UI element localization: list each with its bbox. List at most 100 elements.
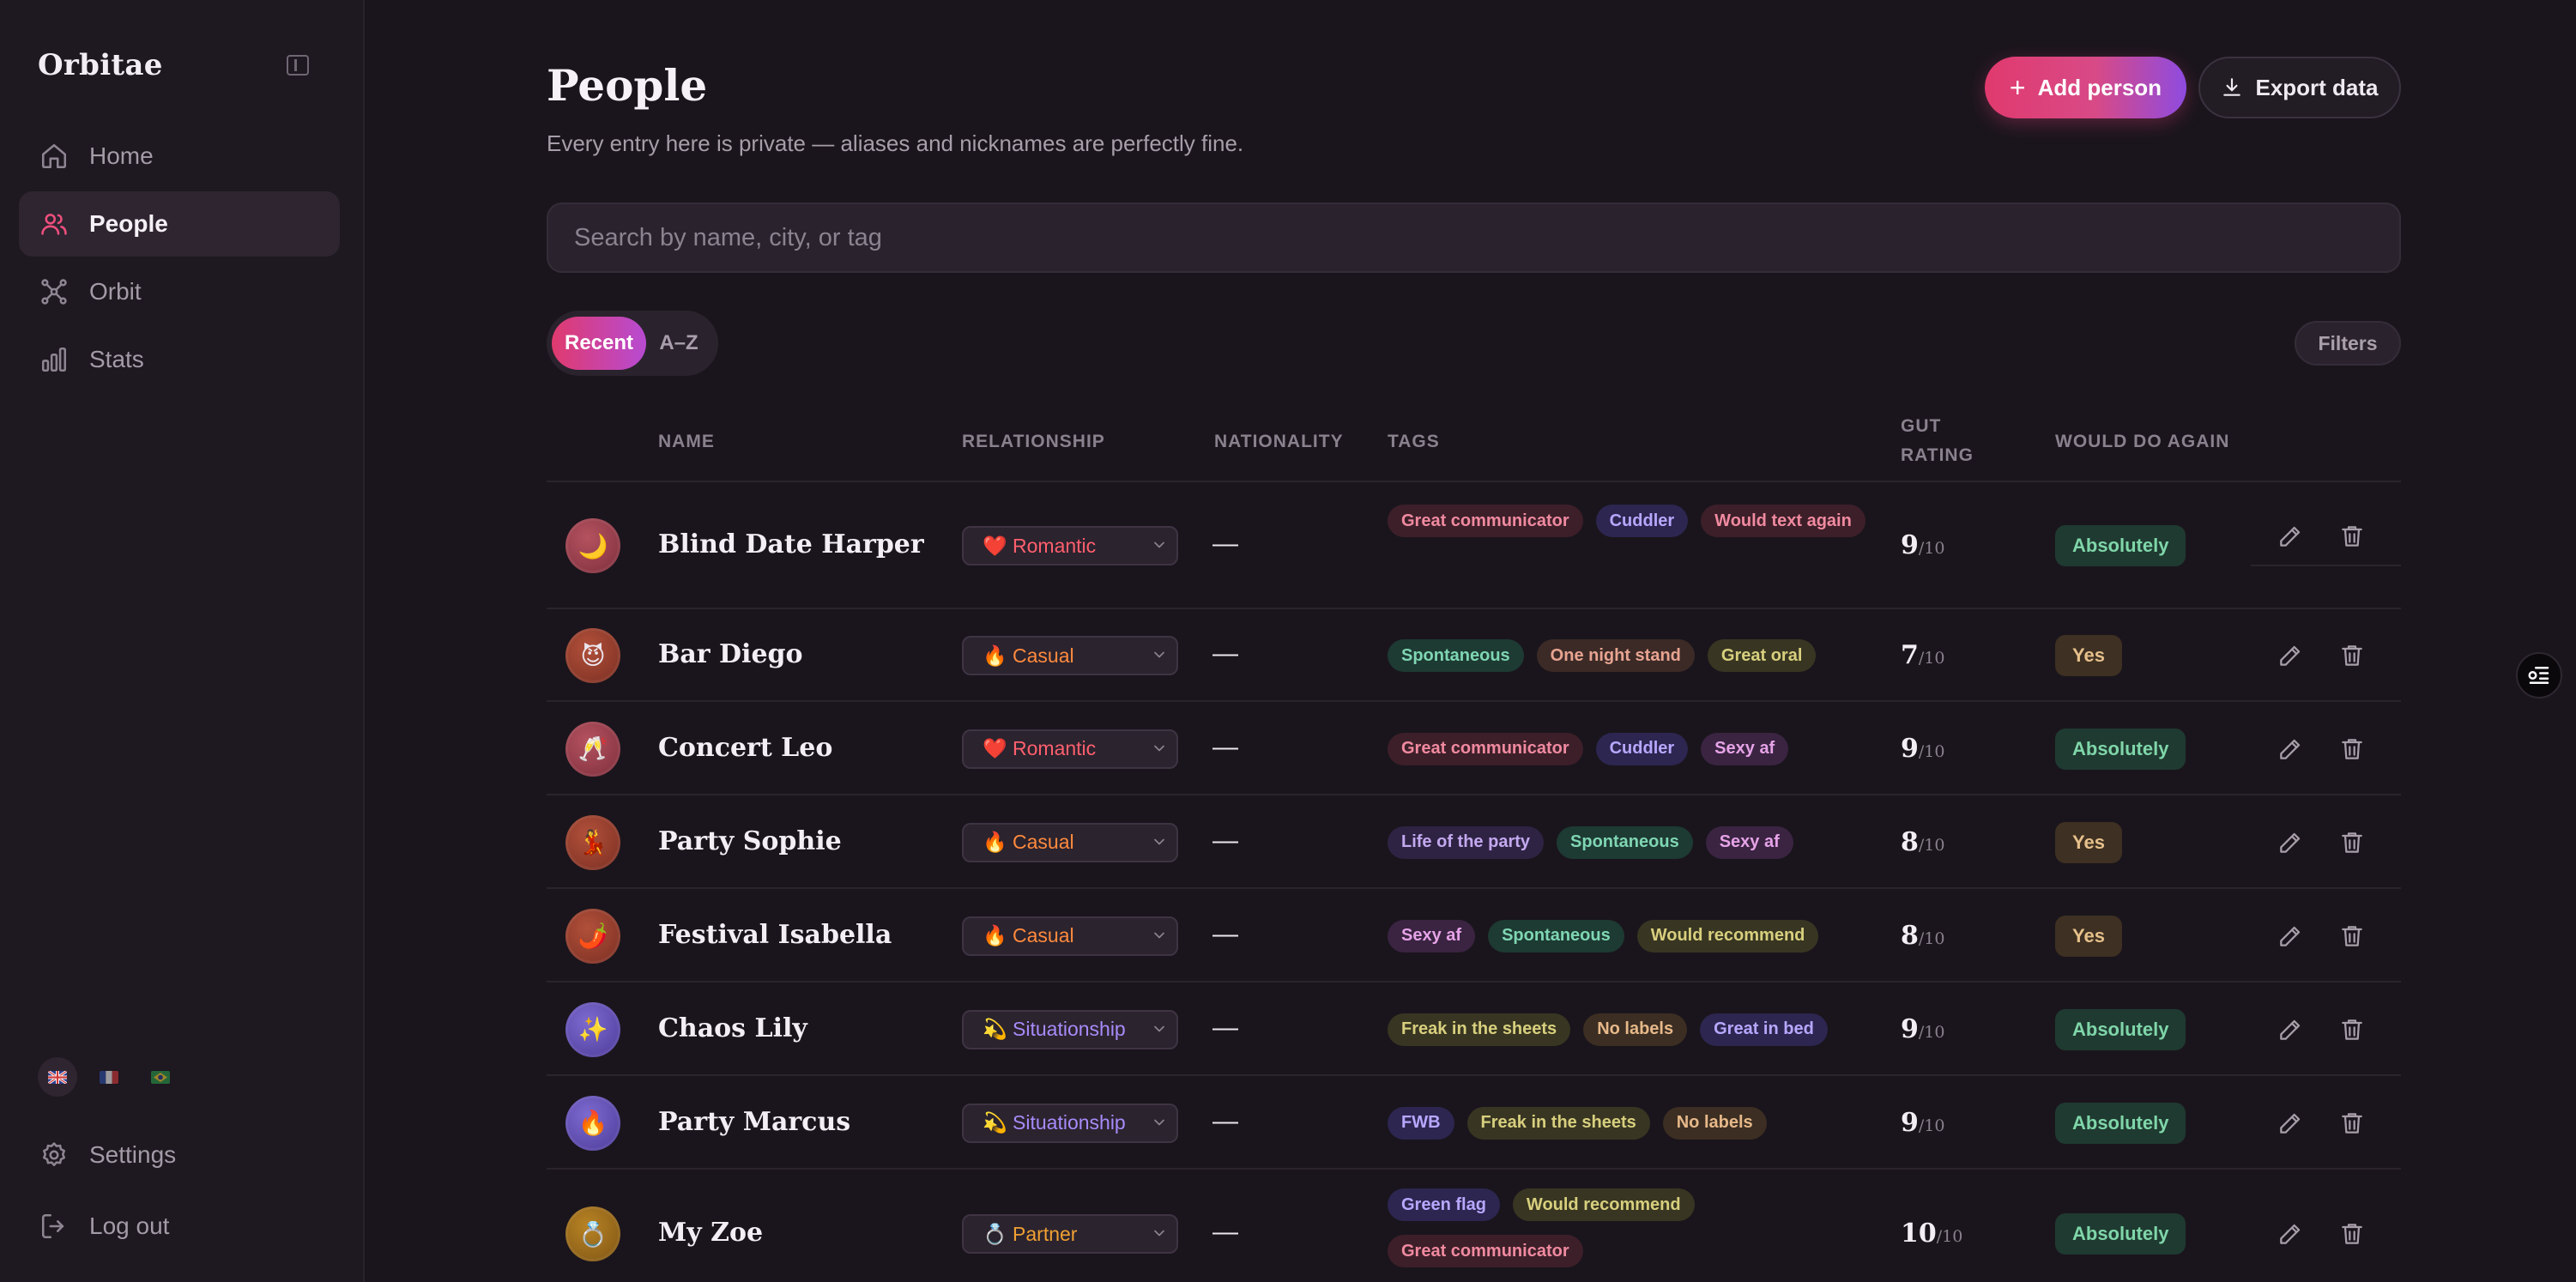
language-br-flag-icon[interactable] <box>141 1057 180 1097</box>
delete-icon[interactable] <box>2338 735 2366 763</box>
edit-icon[interactable] <box>2277 1016 2304 1043</box>
relationship-select[interactable]: 💫 Situationship <box>962 1103 1178 1143</box>
table-row[interactable]: 🔥 Party Marcus 💫 Situationship — FWB Frea… <box>547 1076 2401 1170</box>
delete-icon[interactable] <box>2338 829 2366 856</box>
chevron-down-icon <box>1154 541 1164 548</box>
column-header-would-do-again[interactable]: WOULD DO AGAIN <box>2055 427 2229 457</box>
gut-rating-value: 9 <box>1901 1013 1919 1044</box>
delete-icon[interactable] <box>2338 1110 2366 1137</box>
gear-icon <box>39 1140 69 1170</box>
avatar: 💍 <box>565 1206 620 1261</box>
tag-chip: Green flag <box>1388 1188 1500 1221</box>
edit-icon[interactable] <box>2277 735 2304 763</box>
person-name[interactable]: Concert Leo <box>658 733 832 763</box>
sidebar-item-stats[interactable]: Stats <box>19 327 340 392</box>
edit-icon[interactable] <box>2277 1220 2304 1248</box>
nationality-value: — <box>1212 1013 1238 1042</box>
table-row[interactable]: ✨ Chaos Lily 💫 Situationship — Freak in … <box>547 983 2401 1076</box>
export-data-button[interactable]: Export data <box>2198 57 2401 118</box>
floating-tools-icon[interactable] <box>2516 652 2562 698</box>
table-row[interactable]: 💍 My Zoe 💍 Partner — Green flag Would rec… <box>547 1170 2401 1282</box>
filters-button[interactable]: Filters <box>2295 321 2401 366</box>
nationality-value: — <box>1212 825 1238 855</box>
relationship-select[interactable]: ❤️ Romantic <box>962 526 1178 565</box>
person-name[interactable]: My Zoe <box>658 1218 763 1248</box>
gut-rating: 9/10 <box>1901 1108 1944 1138</box>
add-person-button[interactable]: + Add person <box>1985 57 2186 118</box>
edit-icon[interactable] <box>2277 922 2304 950</box>
brand-logo[interactable]: Orbitae <box>38 48 163 82</box>
relationship-select[interactable]: 💫 Situationship <box>962 1009 1178 1049</box>
home-icon <box>39 142 69 171</box>
gut-rating: 8/10 <box>1901 827 1944 857</box>
column-header-relationship[interactable]: RELATIONSHIP <box>962 427 1105 457</box>
edit-icon[interactable] <box>2277 523 2304 550</box>
language-switcher <box>38 1057 180 1097</box>
tag-list: FWB Freak in the sheets No labels <box>1388 1106 1868 1140</box>
page-title: People <box>547 60 708 111</box>
person-name[interactable]: Party Sophie <box>658 826 842 856</box>
delete-icon[interactable] <box>2338 523 2366 550</box>
person-name[interactable]: Festival Isabella <box>658 920 892 950</box>
column-header-nationality[interactable]: NATIONALITY <box>1214 427 1344 457</box>
table-row[interactable]: 😈 Bar Diego 🔥 Casual — Spontaneous One ni… <box>547 609 2401 702</box>
column-header-name[interactable]: NAME <box>658 427 715 457</box>
sidebar-item-logout[interactable]: Log out <box>19 1192 340 1261</box>
sidebar: Orbitae Home People Orbit Stats Settings… <box>0 0 365 1282</box>
table-row[interactable]: 🥂 Concert Leo ❤️ Romantic — Great commun… <box>547 702 2401 795</box>
delete-icon[interactable] <box>2338 642 2366 669</box>
download-icon <box>2221 76 2243 99</box>
relationship-value: 🔥 Casual <box>983 924 1074 946</box>
sidebar-toggle-icon[interactable] <box>287 55 309 76</box>
table-row[interactable]: 💃 Party Sophie 🔥 Casual — Life of the pa… <box>547 795 2401 889</box>
avatar-emoji: 💃 <box>577 829 608 856</box>
delete-icon[interactable] <box>2338 922 2366 950</box>
sort-az-button[interactable]: A–Z <box>646 317 711 370</box>
relationship-select[interactable]: 🔥 Casual <box>962 916 1178 956</box>
row-actions <box>2251 907 2401 965</box>
table-row[interactable]: 🌙 Blind Date Harper ❤️ Romantic — Great … <box>547 482 2401 609</box>
would-do-again-badge: Yes <box>2055 635 2122 676</box>
search-input[interactable] <box>547 203 2401 273</box>
would-do-again-badge: Absolutely <box>2055 525 2186 566</box>
column-header-gut-rating[interactable]: GUT RATING <box>1901 412 1995 469</box>
edit-icon[interactable] <box>2277 642 2304 669</box>
person-name[interactable]: Blind Date Harper <box>658 529 924 559</box>
column-header-tags[interactable]: TAGS <box>1388 427 1440 457</box>
relationship-select[interactable]: 🔥 Casual <box>962 636 1178 675</box>
relationship-select[interactable]: 🔥 Casual <box>962 822 1178 862</box>
sidebar-item-home[interactable]: Home <box>19 124 340 189</box>
avatar: 🌶️ <box>565 908 620 964</box>
avatar-emoji: 🔥 <box>577 1110 608 1136</box>
tag-chip: Great communicator <box>1388 1235 1583 1267</box>
sidebar-item-people[interactable]: People <box>19 191 340 257</box>
edit-icon[interactable] <box>2277 829 2304 856</box>
tag-chip: No labels <box>1583 1013 1688 1046</box>
tag-chip: Great in bed <box>1700 1013 1828 1046</box>
sidebar-item-label: Log out <box>89 1212 170 1239</box>
edit-icon[interactable] <box>2277 1110 2304 1137</box>
delete-icon[interactable] <box>2338 1016 2366 1043</box>
delete-icon[interactable] <box>2338 1220 2366 1248</box>
person-name[interactable]: Chaos Lily <box>658 1013 807 1043</box>
nationality-value: — <box>1212 919 1238 948</box>
relationship-select[interactable]: ❤️ Romantic <box>962 729 1178 769</box>
sort-recent-button[interactable]: Recent <box>552 317 646 370</box>
relationship-value: 💫 Situationship <box>983 1111 1126 1134</box>
table-row[interactable]: 🌶️ Festival Isabella 🔥 Casual — Sexy af S… <box>547 889 2401 983</box>
language-en-flag-icon[interactable] <box>38 1057 77 1097</box>
sidebar-item-orbit[interactable]: Orbit <box>19 259 340 324</box>
relationship-select[interactable]: 💍 Partner <box>962 1214 1178 1254</box>
main-nav: Home People Orbit Stats <box>19 124 340 395</box>
row-actions <box>2251 1094 2401 1152</box>
language-fr-flag-icon[interactable] <box>89 1057 129 1097</box>
gut-rating-max: /10 <box>1918 741 1945 761</box>
nationality-value: — <box>1212 1218 1238 1246</box>
gut-rating: 7/10 <box>1901 640 1944 670</box>
person-name[interactable]: Party Marcus <box>658 1107 850 1137</box>
relationship-value: 💍 Partner <box>983 1222 1078 1245</box>
sidebar-item-label: People <box>89 210 168 237</box>
person-name[interactable]: Bar Diego <box>658 639 803 669</box>
would-do-again-badge: Absolutely <box>2055 1213 2186 1255</box>
sidebar-item-settings[interactable]: Settings <box>19 1121 340 1189</box>
